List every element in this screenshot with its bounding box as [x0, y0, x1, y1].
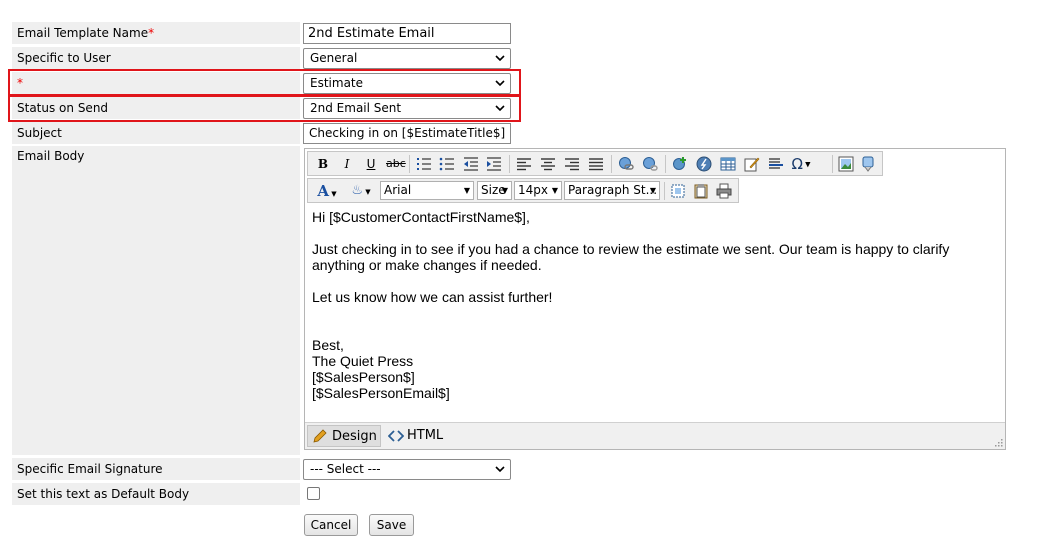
italic-icon[interactable]: I [338, 155, 356, 173]
editor-body-line: The Quiet Press [312, 353, 414, 369]
highlight-box-status [8, 94, 521, 122]
specific-user-value: General [310, 51, 358, 65]
highlight-box-type [8, 69, 521, 97]
paragraph-style-value: Paragraph St... [568, 183, 658, 197]
required-mark: * [148, 26, 155, 40]
tab-html[interactable]: HTML [385, 425, 455, 447]
chevron-down-icon [495, 466, 505, 473]
paste-icon[interactable] [693, 183, 709, 199]
editor-content-area[interactable]: Hi [$CustomerContactFirstName$], Just ch… [306, 205, 1004, 421]
toolbar-divider [832, 155, 833, 173]
unlink-icon[interactable] [642, 156, 658, 172]
highlight-icon[interactable]: ♨ ▼ [346, 182, 376, 200]
resize-handle-icon[interactable] [993, 437, 1003, 447]
template-name-input[interactable]: 2nd Estimate Email [303, 23, 511, 44]
align-left-icon[interactable] [516, 156, 532, 172]
editor-body-line: Hi [$CustomerContactFirstName$], [312, 209, 530, 225]
editor-body-line [312, 225, 998, 241]
tab-html-label: HTML [407, 428, 444, 443]
font-size-dropdown[interactable]: 14px ▼ [514, 181, 562, 200]
media-icon[interactable] [860, 156, 876, 172]
justify-icon[interactable] [588, 156, 604, 172]
toolbar-divider [611, 155, 612, 173]
email-signature-label: Specific Email Signature [12, 458, 300, 480]
strikethrough-icon[interactable]: abc [386, 155, 406, 173]
editor-mode-bar: Design HTML [305, 422, 1005, 449]
specific-user-label: Specific to User [12, 47, 300, 69]
image-icon[interactable] [838, 156, 854, 172]
dropdown-arrow-icon: ▼ [501, 186, 508, 195]
indent-icon[interactable] [486, 156, 502, 172]
align-center-icon[interactable] [540, 156, 556, 172]
editor-body-line [312, 305, 998, 321]
paragraph-style-dropdown[interactable]: Paragraph St... ▼ [564, 181, 660, 200]
email-body-label: Email Body [12, 146, 300, 455]
select-all-icon[interactable] [670, 183, 686, 199]
rich-text-editor: B I U abc Ω ▼ A ▼ ♨ ▼ Arial ▼ Size ▼ 14px ▼ [304, 148, 1006, 450]
code-icon [388, 430, 404, 442]
toolbar-row-1: B I U abc Ω ▼ [307, 151, 883, 176]
editor-body-line [312, 321, 998, 337]
tab-design[interactable]: Design [307, 425, 381, 447]
flash-icon[interactable] [696, 156, 712, 172]
font-name-value: Arial [384, 183, 412, 197]
font-name-dropdown[interactable]: Arial ▼ [380, 181, 474, 200]
link-icon[interactable] [618, 156, 634, 172]
bold-icon[interactable]: B [314, 155, 332, 173]
editor-body-line [312, 273, 998, 289]
default-body-label: Set this text as Default Body [12, 483, 300, 505]
toolbar-divider [665, 155, 666, 173]
editor-body-line: [$SalesPerson$] [312, 369, 415, 385]
default-body-checkbox[interactable] [307, 487, 320, 500]
subject-input[interactable]: Checking in on [$EstimateTitle$] [303, 123, 511, 144]
editor-body-line: Best, [312, 337, 344, 353]
dropdown-arrow-icon: ▼ [551, 186, 558, 195]
tab-design-label: Design [332, 429, 377, 444]
toolbar-divider [664, 182, 665, 200]
align-right-icon[interactable] [564, 156, 580, 172]
pencil-icon [313, 429, 327, 443]
dropdown-arrow-icon: ▼ [463, 186, 470, 195]
editor-body-line: Let us know how we can assist further! [312, 289, 553, 305]
toolbar-divider [409, 155, 410, 173]
underline-icon[interactable]: U [362, 155, 380, 173]
toolbar-row-2: A ▼ ♨ ▼ Arial ▼ Size ▼ 14px ▼ Paragraph St.… [307, 178, 739, 203]
email-signature-select[interactable]: --- Select --- [303, 459, 511, 480]
font-size-value: 14px [518, 183, 548, 197]
ordered-list-icon[interactable] [416, 156, 432, 172]
outdent-icon[interactable] [463, 156, 479, 172]
horizontal-rule-icon[interactable] [768, 156, 784, 172]
toolbar-divider [509, 155, 510, 173]
editor-body-line: [$SalesPersonEmail$] [312, 385, 450, 401]
email-signature-value: --- Select --- [310, 462, 381, 476]
insert-link-icon[interactable] [672, 156, 688, 172]
special-char-icon[interactable]: Ω ▼ [790, 155, 812, 173]
dropdown-arrow-icon: ▼ [649, 186, 656, 195]
template-name-label: Email Template Name* [12, 22, 300, 44]
editor-body-line: Just checking in to see if you had a cha… [312, 241, 950, 273]
specific-user-select[interactable]: General [303, 48, 511, 69]
chevron-down-icon [495, 55, 505, 62]
unordered-list-icon[interactable] [439, 156, 455, 172]
font-color-icon[interactable]: A ▼ [314, 182, 340, 200]
subject-label: Subject [12, 122, 300, 144]
edit-icon[interactable] [744, 156, 760, 172]
table-icon[interactable] [720, 156, 736, 172]
font-size-label-dropdown[interactable]: Size ▼ [477, 181, 512, 200]
print-icon[interactable] [716, 183, 732, 199]
